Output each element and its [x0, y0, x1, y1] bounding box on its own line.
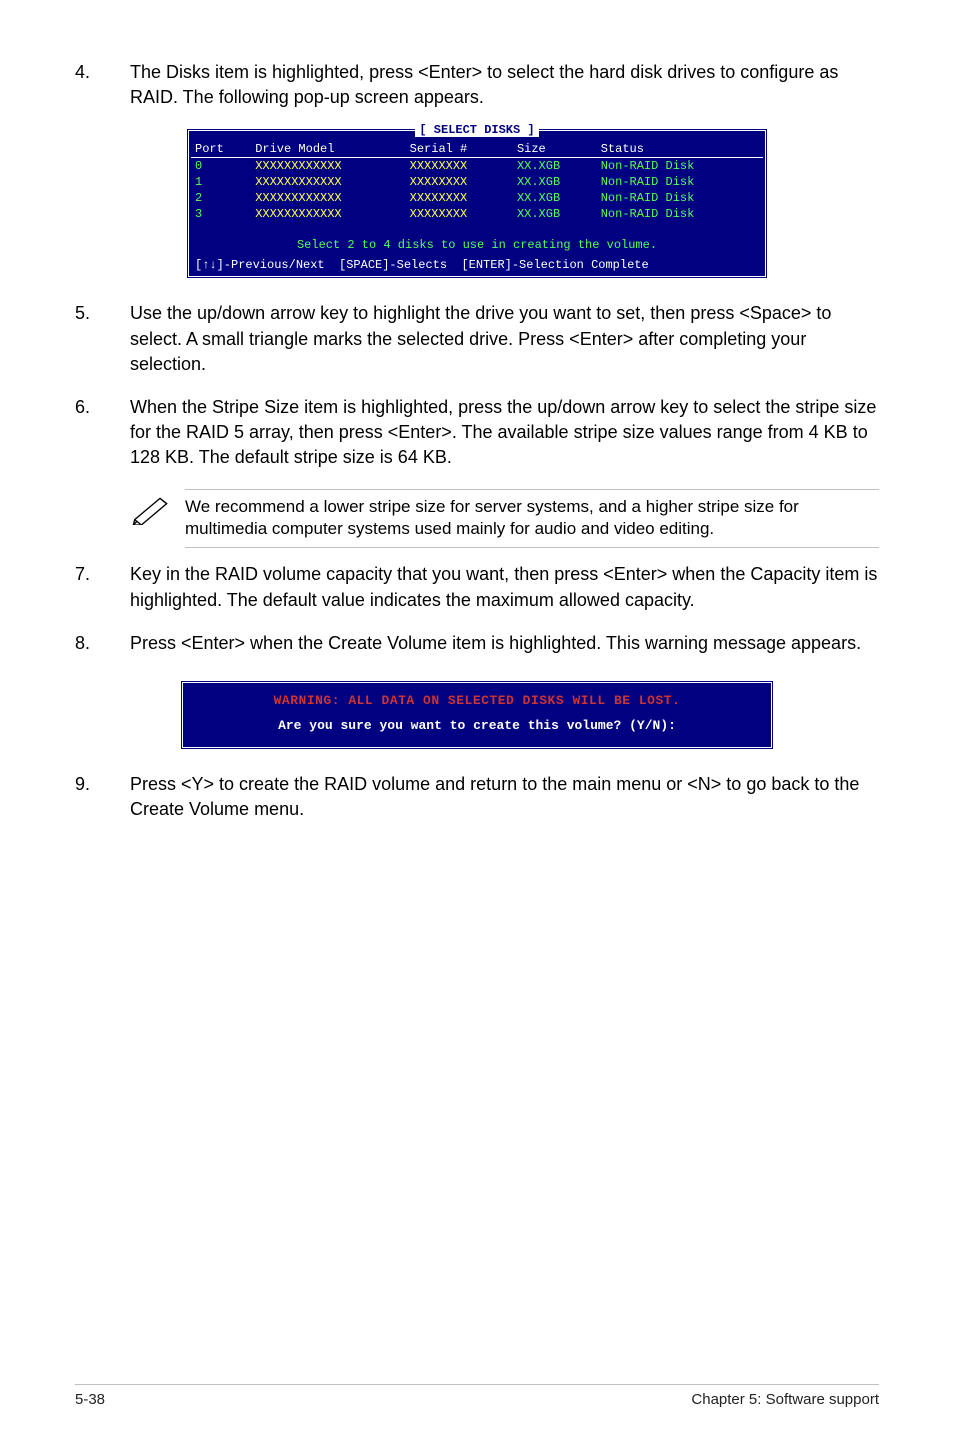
bios-disk-table: Port Drive Model Serial # Size Status 0 …: [191, 141, 763, 222]
step-text: When the Stripe Size item is highlighted…: [130, 395, 879, 471]
cell-size: XX.XGB: [513, 190, 597, 206]
cell-port: 2: [191, 190, 251, 206]
step-number: 4.: [75, 60, 130, 110]
col-port: Port: [191, 141, 251, 158]
bios-instruction: Select 2 to 4 disks to use in creating t…: [191, 238, 763, 252]
step-number: 5.: [75, 301, 130, 377]
cell-model: XXXXXXXXXXXX: [251, 158, 405, 175]
cell-model: XXXXXXXXXXXX: [251, 206, 405, 222]
cell-size: XX.XGB: [513, 206, 597, 222]
cell-serial: XXXXXXXX: [406, 158, 513, 175]
step-7: 7. Key in the RAID volume capacity that …: [75, 562, 879, 612]
step-4: 4. The Disks item is highlighted, press …: [75, 60, 879, 110]
bios-title: [ SELECT DISKS ]: [415, 123, 538, 137]
cell-serial: XXXXXXXX: [406, 206, 513, 222]
col-size: Size: [513, 141, 597, 158]
cell-serial: XXXXXXXX: [406, 174, 513, 190]
cell-size: XX.XGB: [513, 174, 597, 190]
table-row: 3 XXXXXXXXXXXX XXXXXXXX XX.XGB Non-RAID …: [191, 206, 763, 222]
step-text: Press <Y> to create the RAID volume and …: [130, 772, 879, 822]
table-row: 0 XXXXXXXXXXXX XXXXXXXX XX.XGB Non-RAID …: [191, 158, 763, 175]
pencil-icon: [130, 489, 185, 530]
cell-model: XXXXXXXXXXXX: [251, 190, 405, 206]
cell-model: XXXXXXXXXXXX: [251, 174, 405, 190]
col-serial: Serial #: [406, 141, 513, 158]
step-6: 6. When the Stripe Size item is highligh…: [75, 395, 879, 471]
col-status: Status: [597, 141, 763, 158]
step-number: 8.: [75, 631, 130, 656]
cell-size: XX.XGB: [513, 158, 597, 175]
page-number: 5-38: [75, 1391, 105, 1408]
table-row: 2 XXXXXXXXXXXX XXXXXXXX XX.XGB Non-RAID …: [191, 190, 763, 206]
warning-line-1: WARNING: ALL DATA ON SELECTED DISKS WILL…: [191, 693, 763, 708]
cell-status: Non-RAID Disk: [597, 190, 763, 206]
step-text: Use the up/down arrow key to highlight t…: [130, 301, 879, 377]
cell-port: 3: [191, 206, 251, 222]
cell-serial: XXXXXXXX: [406, 190, 513, 206]
step-8: 8. Press <Enter> when the Create Volume …: [75, 631, 879, 656]
step-number: 9.: [75, 772, 130, 822]
cell-status: Non-RAID Disk: [597, 158, 763, 175]
step-5: 5. Use the up/down arrow key to highligh…: [75, 301, 879, 377]
bios-warning-dialog: WARNING: ALL DATA ON SELECTED DISKS WILL…: [180, 680, 774, 750]
table-header-row: Port Drive Model Serial # Size Status: [191, 141, 763, 158]
cell-status: Non-RAID Disk: [597, 206, 763, 222]
bios-title-bar: [ SELECT DISKS ]: [191, 123, 763, 137]
step-9: 9. Press <Y> to create the RAID volume a…: [75, 772, 879, 822]
cell-status: Non-RAID Disk: [597, 174, 763, 190]
page-footer: 5-38 Chapter 5: Software support: [75, 1384, 879, 1408]
col-model: Drive Model: [251, 141, 405, 158]
note-text: We recommend a lower stripe size for ser…: [185, 489, 879, 549]
warning-line-2: Are you sure you want to create this vol…: [191, 718, 763, 733]
step-text: Key in the RAID volume capacity that you…: [130, 562, 879, 612]
bios-keyhints: [↑↓]-Previous/Next [SPACE]-Selects [ENTE…: [191, 256, 763, 272]
chapter-label: Chapter 5: Software support: [691, 1391, 879, 1408]
bios-select-disks-screen: [ SELECT DISKS ] Port Drive Model Serial…: [186, 128, 768, 279]
cell-port: 1: [191, 174, 251, 190]
step-number: 7.: [75, 562, 130, 612]
step-text: Press <Enter> when the Create Volume ite…: [130, 631, 879, 656]
step-number: 6.: [75, 395, 130, 471]
step-text: The Disks item is highlighted, press <En…: [130, 60, 879, 110]
table-row: 1 XXXXXXXXXXXX XXXXXXXX XX.XGB Non-RAID …: [191, 174, 763, 190]
note-callout: We recommend a lower stripe size for ser…: [130, 489, 879, 549]
cell-port: 0: [191, 158, 251, 175]
